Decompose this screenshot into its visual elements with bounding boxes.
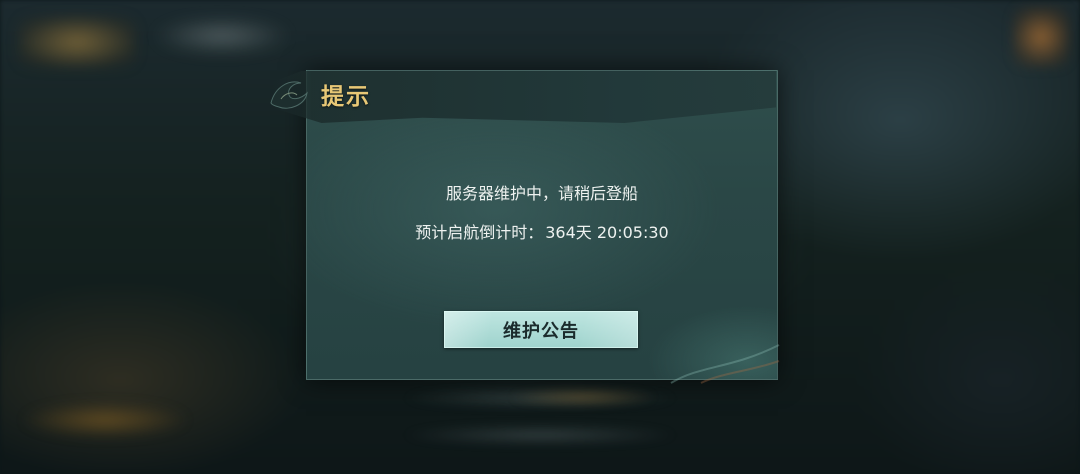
blurred-bottom-left-banner <box>20 402 190 438</box>
blurred-footer-text <box>400 425 680 445</box>
blurred-agreement-links <box>508 389 658 405</box>
maintenance-message: 服务器维护中，请稍后登船 <box>445 184 638 203</box>
countdown-value: 364天 20:05:30 <box>545 223 669 242</box>
blurred-logo-subtitle <box>152 18 292 54</box>
maintenance-notice-button[interactable]: 维护公告 <box>444 311 638 348</box>
countdown-label: 预计启航倒计时： <box>415 223 544 242</box>
maintenance-dialog: 提示 服务器维护中，请稍后登船 预计启航倒计时： 364天 20:05:30 维护… <box>270 70 780 384</box>
dialog-title: 提示 <box>321 84 371 110</box>
corner-decoration-icon <box>670 344 780 384</box>
blurred-corner-button <box>1012 6 1070 68</box>
wave-ornament-icon <box>270 81 308 109</box>
countdown-line: 预计启航倒计时： 364天 20:05:30 <box>307 219 777 243</box>
blurred-game-logo <box>18 16 136 68</box>
